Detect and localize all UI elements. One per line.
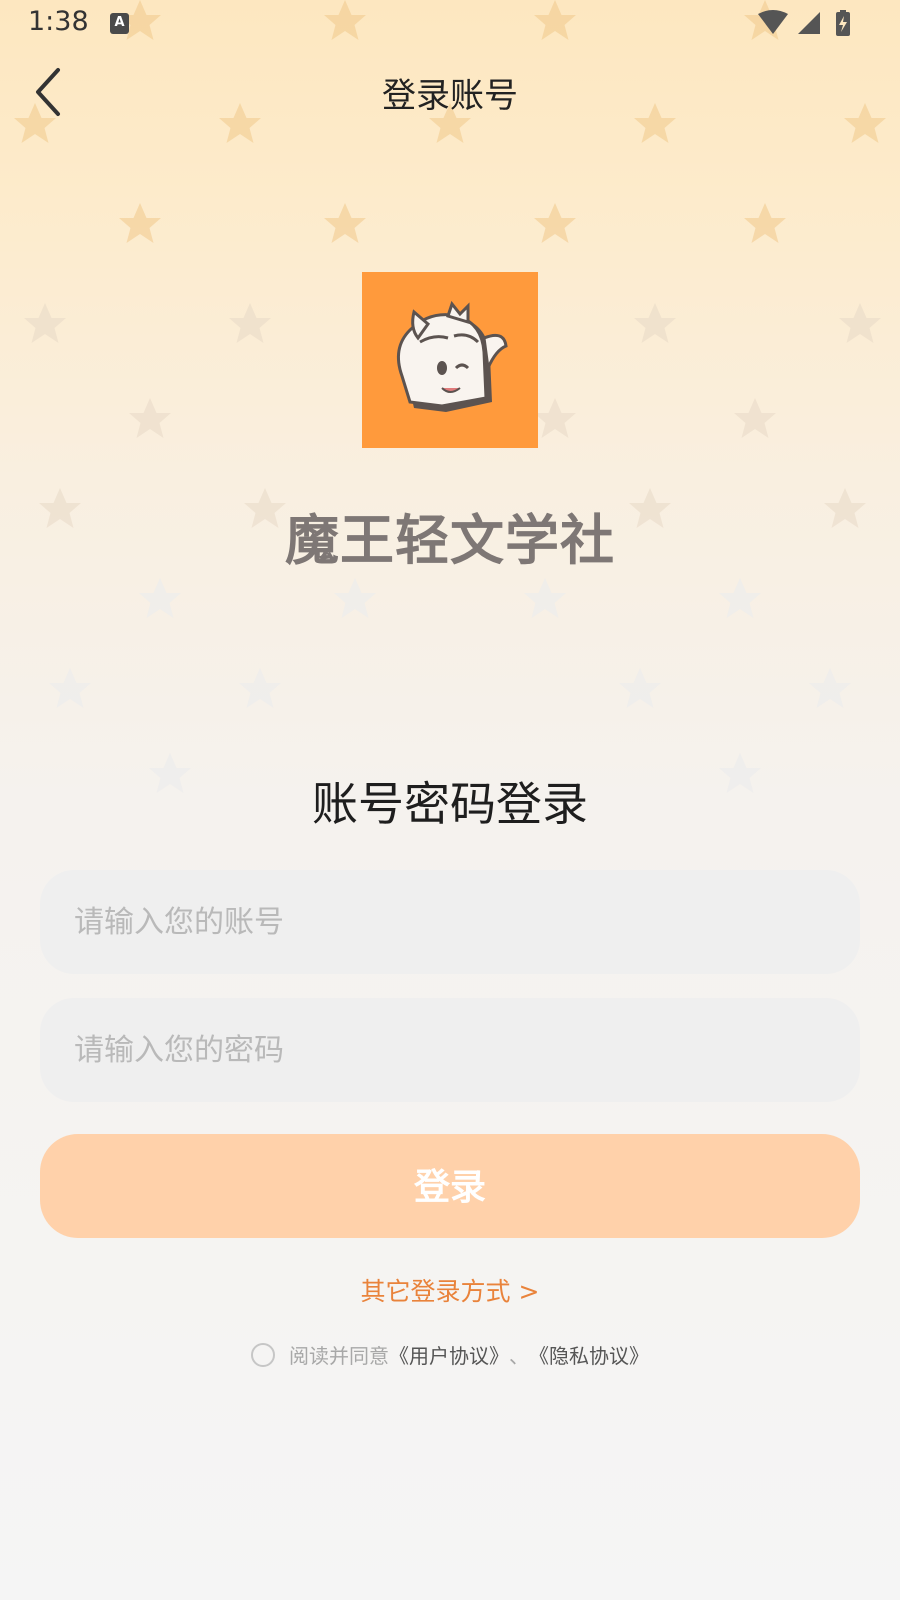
login-section-title: 账号密码登录	[312, 777, 588, 831]
a-icon: A	[110, 13, 129, 34]
password-field-container	[40, 998, 860, 1102]
agreement-separator: 、	[509, 1344, 529, 1368]
login-button[interactable]: 登录	[40, 1134, 860, 1238]
password-input[interactable]	[40, 998, 860, 1102]
status-bar: 1:38 A	[0, 0, 900, 48]
privacy-policy-link[interactable]: 《隐私协议》	[529, 1340, 649, 1369]
agreement-prefix: 阅读并同意	[289, 1344, 389, 1368]
account-field-container	[40, 870, 860, 974]
battery-charging-icon	[836, 10, 850, 36]
user-agreement-link[interactable]: 《用户协议》	[389, 1340, 509, 1369]
app-logo	[362, 272, 538, 448]
brand-name: 魔王轻文学社	[285, 508, 615, 572]
status-icons	[758, 10, 850, 36]
mascot-logo	[396, 300, 508, 412]
nav-bar: 登录账号	[0, 60, 900, 120]
page-title: 登录账号	[382, 76, 518, 116]
status-time: 1:38	[28, 6, 89, 37]
other-login-methods-link[interactable]: 其它登录方式 >	[0, 1272, 900, 1308]
signal-icon	[798, 12, 820, 34]
wifi-icon	[758, 10, 788, 34]
account-input[interactable]	[40, 870, 860, 974]
agreement-checkbox[interactable]	[251, 1342, 275, 1367]
star-background-pattern	[14, 0, 886, 793]
agreement-row: 阅读并同意 《用户协议》 、 《隐私协议》	[0, 1340, 900, 1372]
